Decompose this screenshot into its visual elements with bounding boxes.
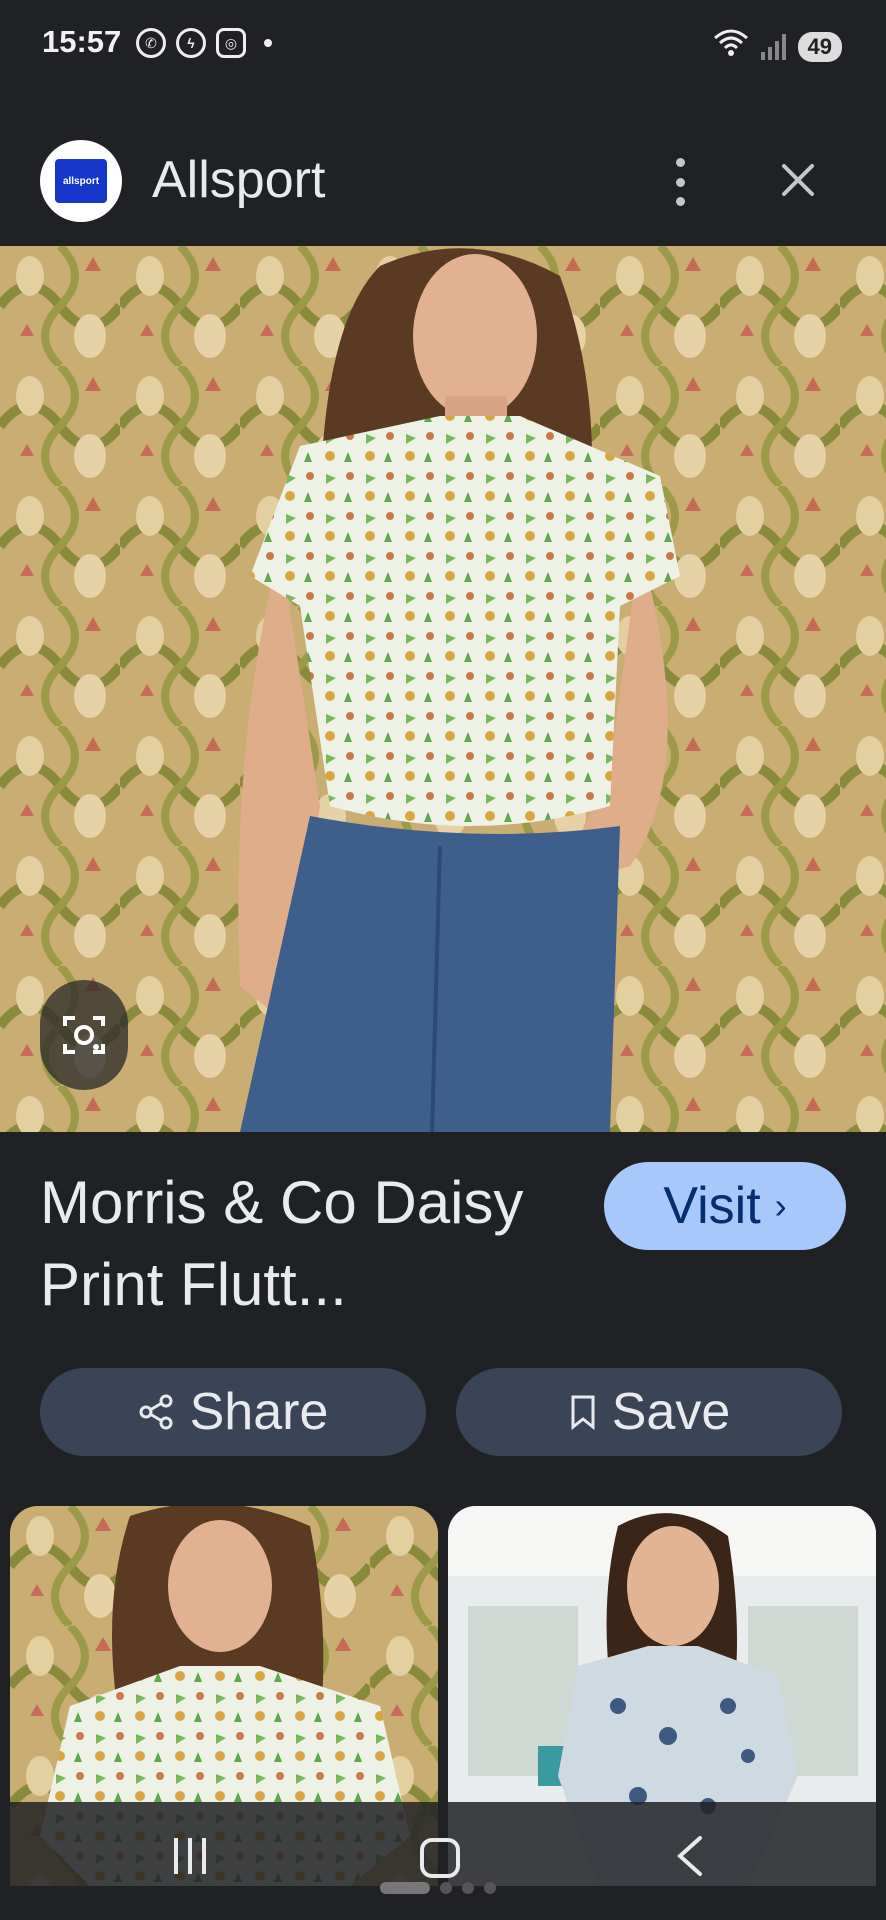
system-nav-bar (0, 1802, 886, 1920)
chevron-right-icon: › (774, 1185, 787, 1226)
save-label: Save (611, 1383, 731, 1441)
whatsapp-icon: ✆ (136, 28, 166, 58)
signal-icon (760, 33, 786, 60)
save-button[interactable]: Save (456, 1368, 842, 1456)
allsport-logo: allsport (55, 159, 107, 203)
home-button[interactable] (420, 1838, 460, 1878)
status-bar: 15:57 ✆ ϟ ◎ 49 (0, 0, 886, 90)
product-image[interactable] (0, 246, 886, 1132)
product-title: Morris & Co Daisy Print Flutt... (40, 1169, 524, 1318)
close-icon[interactable] (772, 154, 824, 206)
messenger-icon: ϟ (176, 28, 206, 58)
page-indicator (380, 1882, 496, 1894)
site-logo[interactable]: allsport (40, 140, 122, 222)
instagram-icon: ◎ (216, 28, 246, 58)
battery-indicator: 49 (797, 31, 842, 62)
wifi-icon (713, 28, 749, 65)
back-button[interactable] (672, 1832, 708, 1885)
site-name[interactable]: Allsport (152, 150, 325, 210)
bookmark-icon (571, 1395, 595, 1431)
notification-icons: ✆ ϟ ◎ (136, 28, 272, 58)
visit-label: Visit (663, 1177, 761, 1235)
status-time: 15:57 (42, 24, 122, 59)
source-header: allsport Allsport (0, 140, 886, 240)
system-icons: 49 (713, 28, 842, 65)
more-options-icon[interactable] (660, 158, 700, 206)
back-icon (677, 1836, 702, 1876)
share-label: Share (189, 1383, 329, 1441)
more-notifications-dot (264, 39, 272, 47)
google-lens-button[interactable] (40, 980, 128, 1090)
lens-icon (63, 1016, 105, 1054)
visit-button[interactable]: Visit › (604, 1162, 846, 1250)
recent-apps-button[interactable] (174, 1838, 206, 1874)
share-button[interactable]: Share (40, 1368, 426, 1456)
share-icon (139, 1394, 173, 1430)
